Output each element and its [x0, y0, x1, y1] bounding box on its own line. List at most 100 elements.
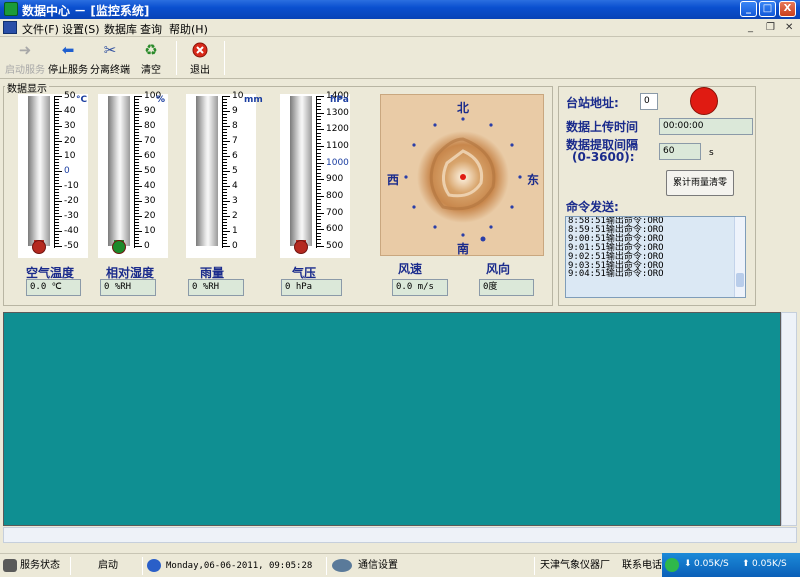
wind-indicator-dot: [460, 174, 466, 180]
minor-tick: [223, 120, 227, 121]
minor-tick: [223, 177, 227, 178]
minor-tick: [135, 177, 139, 178]
maximize-button[interactable]: □: [759, 1, 776, 17]
mdi-close-button[interactable]: ✕: [785, 22, 793, 33]
start-service-button[interactable]: ➜ 启动服务: [2, 40, 48, 76]
minor-tick: [223, 153, 227, 154]
minor-tick: [317, 189, 321, 191]
minor-tick: [135, 174, 139, 175]
title-bar[interactable]: 数据中心 － [监控系统] _ □ X: [0, 0, 800, 19]
minor-tick: [135, 210, 139, 211]
exit-button[interactable]: 退出: [177, 40, 223, 76]
clear-button[interactable]: ♻ 清空: [128, 40, 174, 76]
station-address-input[interactable]: 0: [640, 93, 658, 110]
menu-settings[interactable]: 设置(S): [62, 21, 100, 37]
minor-tick: [135, 105, 139, 106]
tick-label: 4: [232, 181, 238, 191]
status-divider: [326, 557, 327, 575]
tick-label: 50: [144, 166, 156, 176]
gauge-bulb: [32, 240, 46, 254]
scroll-thumb[interactable]: [736, 273, 744, 287]
mdi-minimize-button[interactable]: _: [748, 22, 753, 33]
minor-tick: [135, 204, 139, 205]
interval-input[interactable]: 60: [659, 143, 701, 160]
minor-tick: [317, 132, 321, 134]
minor-tick: [55, 195, 59, 196]
minor-tick: [135, 102, 139, 103]
network-speed-icon[interactable]: [665, 558, 679, 572]
menu-file[interactable]: 文件(F): [22, 21, 59, 37]
status-divider: [142, 557, 143, 575]
minor-tick: [317, 216, 321, 217]
major-tick: [55, 216, 62, 217]
tick-label: 40: [64, 106, 76, 116]
minor-tick: [55, 129, 59, 130]
tick-label: 10: [144, 226, 156, 236]
minimize-button[interactable]: _: [740, 1, 757, 17]
minor-tick: [135, 225, 139, 226]
menu-help[interactable]: 帮助(H): [169, 21, 208, 37]
tick-label: 0: [64, 166, 70, 176]
mdi-restore-button[interactable]: ❐: [766, 22, 775, 33]
menu-query[interactable]: 查询: [140, 21, 162, 37]
minor-tick: [317, 182, 321, 184]
comm-settings[interactable]: 通信设置: [358, 557, 398, 575]
minor-tick: [55, 183, 59, 184]
minor-tick: [135, 192, 139, 193]
minor-tick: [55, 135, 59, 136]
minor-tick: [317, 206, 321, 207]
display-vertical-scrollbar[interactable]: [781, 312, 797, 526]
command-log[interactable]: 8:58:51输出命令:ORO 8:59:51输出命令:ORO 9:00:51输…: [565, 216, 746, 298]
humidity-gauge: 100 90 80 70 60 50 40 30 20 10 0%: [98, 91, 168, 258]
network-icon: [332, 559, 352, 572]
tick-label: -50: [64, 241, 79, 251]
minor-tick: [135, 207, 139, 208]
document-icon[interactable]: [3, 21, 17, 34]
minor-tick: [223, 228, 227, 229]
stop-service-button[interactable]: ⬅ 停止服务: [45, 40, 91, 76]
display-horizontal-scrollbar[interactable]: [3, 527, 797, 543]
reset-rainfall-button[interactable]: 累计雨量清零: [666, 170, 734, 196]
pressure-value: 0 hPa: [281, 279, 342, 296]
minor-tick: [223, 243, 227, 244]
tick-label: -40: [64, 226, 79, 236]
tick-label: 80: [144, 121, 156, 131]
app-icon: [4, 2, 18, 16]
rain-gauge: 10 9 8 7 6 5 4 3 2 1 0 mm: [186, 91, 263, 258]
minor-tick: [55, 138, 59, 139]
minor-tick: [317, 232, 321, 234]
detach-terminal-button[interactable]: ✂ 分离终端: [87, 40, 133, 76]
major-tick: [223, 186, 230, 187]
rain-value: 0 %RH: [188, 279, 244, 296]
menu-database[interactable]: 数据库: [104, 21, 137, 37]
compass-east: 东: [527, 173, 540, 187]
wind-compass: 北 南 西 东: [380, 94, 544, 256]
major-tick: [55, 126, 62, 127]
minor-tick: [223, 168, 227, 169]
minor-tick: [135, 144, 139, 145]
minor-tick: [317, 142, 321, 144]
minor-tick: [317, 236, 321, 237]
close-button[interactable]: X: [779, 1, 796, 17]
minor-tick: [135, 183, 139, 184]
minor-tick: [55, 159, 59, 160]
major-tick: [223, 231, 230, 232]
minor-tick: [55, 219, 59, 220]
wind-speed-label: 风速: [398, 262, 423, 276]
compass-south: 南: [457, 242, 470, 256]
service-status-label: 服务状态: [20, 560, 60, 571]
command-log-list: 8:58:51输出命令:ORO 8:59:51输出命令:ORO 9:00:51输…: [566, 217, 745, 279]
compass-rose: [404, 117, 522, 242]
major-tick: [135, 246, 142, 247]
command-log-scrollbar[interactable]: [734, 217, 745, 297]
tick-label: 500: [326, 241, 344, 251]
recycle-icon: ♻: [144, 41, 158, 59]
minor-tick: [317, 169, 321, 171]
major-tick: [223, 156, 230, 157]
minor-tick: [317, 192, 321, 194]
minor-tick: [317, 202, 321, 204]
minor-tick: [55, 165, 59, 166]
minor-tick: [223, 150, 227, 151]
minor-tick: [135, 165, 139, 166]
display-area[interactable]: [3, 312, 781, 526]
